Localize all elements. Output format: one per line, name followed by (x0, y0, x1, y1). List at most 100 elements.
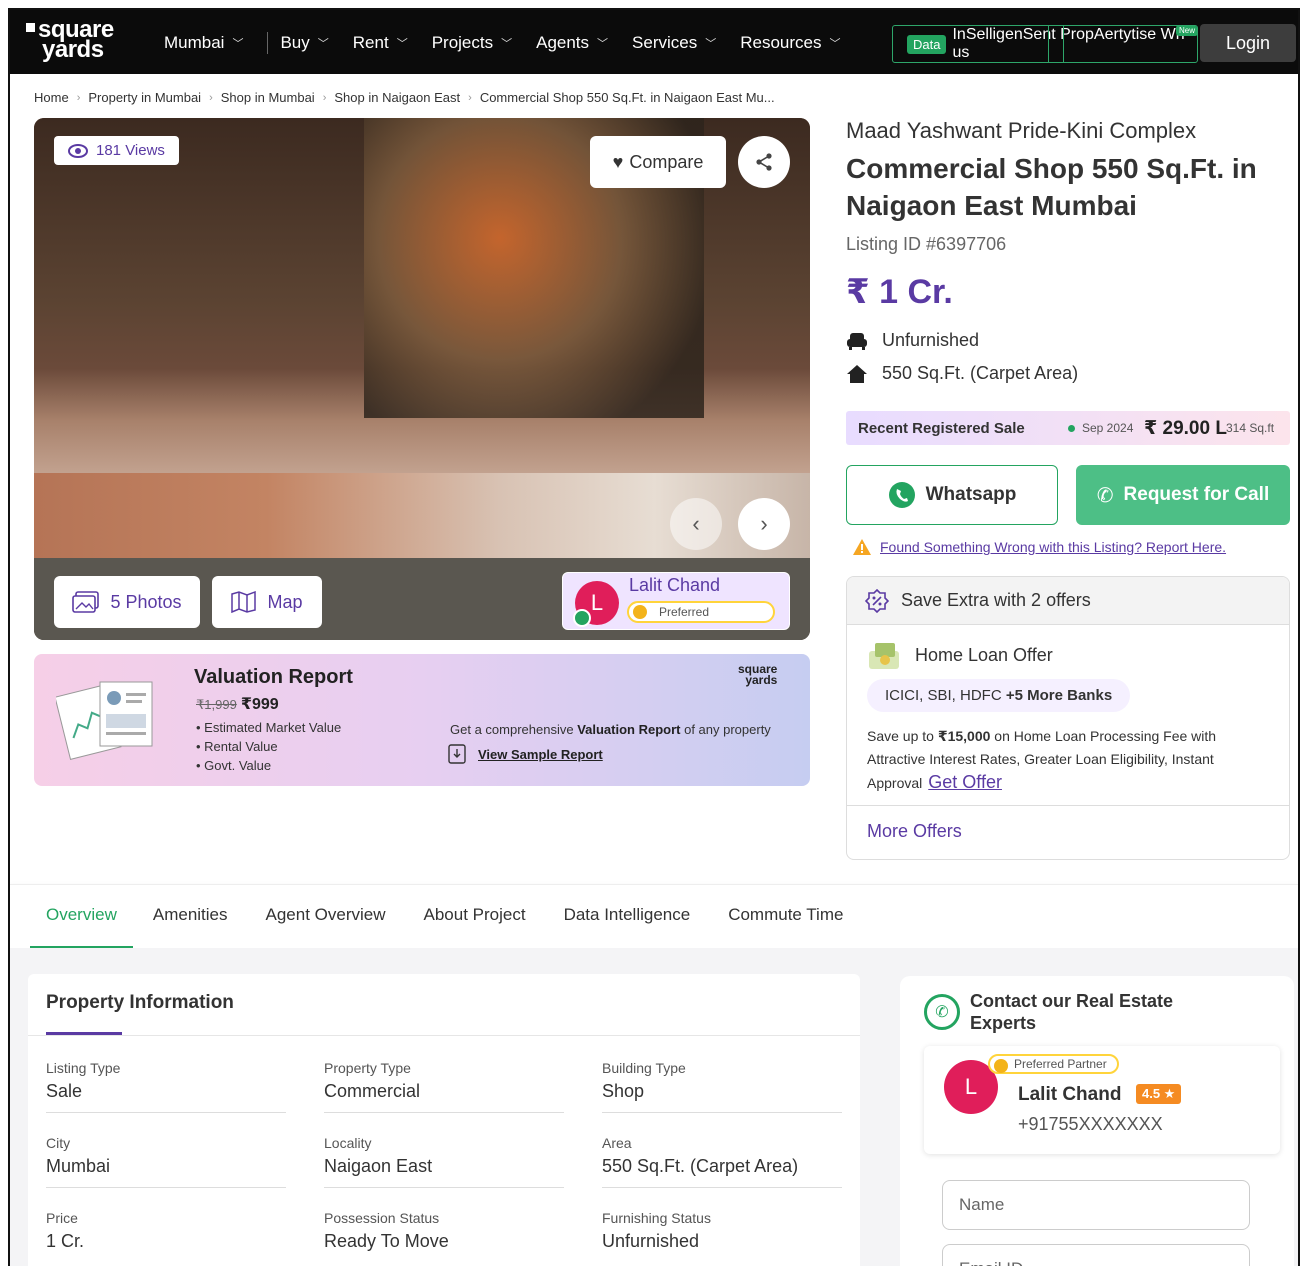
menu-label: Rent (352, 33, 389, 52)
project-name[interactable]: Maad Yashwant Pride-Kini Complex (846, 118, 1196, 144)
section-title: Property Information (46, 992, 234, 1013)
tab-agent-overview[interactable]: Agent Overview (266, 885, 386, 949)
valuation-description: Get a comprehensive Valuation Report of … (450, 722, 771, 737)
report-document-icon (56, 681, 153, 760)
menu-buy[interactable]: Buy ﹀ (280, 32, 340, 54)
map-button[interactable]: Map (212, 576, 322, 628)
whatsapp-button[interactable]: Whatsapp (846, 465, 1058, 525)
preferred-label: Preferred (659, 605, 710, 619)
breadcrumb-shop-mumbai[interactable]: Shop in Mumbai (221, 90, 315, 105)
sale-label: Recent Registered Sale (858, 419, 1025, 437)
compare-label: Compare (629, 151, 704, 172)
tab-about-project[interactable]: About Project (424, 885, 526, 949)
property-price: ₹ 1 Cr. (846, 273, 953, 311)
prev-photo-button[interactable]: ‹ (670, 498, 722, 550)
tab-amenities[interactable]: Amenities (153, 885, 228, 949)
squareyards-logo[interactable]: square yards (26, 18, 114, 62)
property-photo[interactable]: 181 Views ♥ Compare ‹ › 5 Photos Map L L… (34, 118, 810, 640)
photos-button[interactable]: 5 Photos (54, 576, 200, 628)
tab-commute-time[interactable]: Commute Time (728, 885, 843, 949)
phone-icon: ✆ (1096, 484, 1114, 507)
info-key: Area (602, 1135, 632, 1151)
preferred-partner-badge: Preferred Partner (988, 1054, 1119, 1074)
breadcrumb-property-mumbai[interactable]: Property in Mumbai (88, 90, 201, 105)
menu-label: Resources (740, 33, 822, 52)
compare-button[interactable]: ♥ Compare (590, 136, 726, 188)
menu-services[interactable]: Services ﹀ (632, 32, 728, 54)
report-listing-link[interactable]: Found Something Wrong with this Listing?… (852, 538, 1226, 556)
phone-icon: ✆ (924, 994, 960, 1030)
map-icon (231, 591, 257, 613)
nav-box-divider (1048, 26, 1049, 62)
main-menu: Mumbai ﹀ Buy ﹀ Rent ﹀ Projects ﹀ Agents ﹀ Ser… (164, 32, 865, 54)
share-button[interactable] (738, 136, 790, 188)
info-key: Price (46, 1210, 78, 1226)
desc-text: of any property (680, 722, 771, 737)
contact-experts-card: ✆ Contact our Real Estate Experts L Pref… (900, 976, 1294, 1266)
agent-card[interactable]: L Preferred Partner Lalit Chand 4.5 ★ +9… (924, 1046, 1280, 1154)
status-dot (1068, 424, 1075, 432)
row-divider (46, 1112, 286, 1113)
whatsapp-label: Whatsapp (925, 484, 1017, 505)
loan-title-text: Home Loan Offer (915, 644, 1053, 665)
request-call-button[interactable]: ✆ Request for Call (1076, 465, 1290, 525)
contact-header: ✆ Contact our Real Estate Experts (924, 990, 1210, 1034)
agent-chip[interactable]: L Lalit Chand Preferred (562, 572, 790, 630)
preferred-badge: Preferred (627, 601, 775, 623)
login-button[interactable]: Login (1200, 24, 1296, 62)
name-input[interactable] (942, 1180, 1250, 1230)
valuation-report-banner[interactable]: Valuation Report ₹1,999₹999 Estimated Ma… (34, 654, 810, 786)
photos-label: 5 Photos (110, 591, 182, 612)
bullet-item: Govt. Value (196, 756, 341, 775)
whatsapp-icon (888, 482, 915, 508)
chevron-right-icon: › (760, 511, 768, 536)
sale-sqft: 314 Sq.ft (1226, 421, 1275, 435)
next-photo-button[interactable]: › (738, 498, 790, 550)
more-offers-link[interactable]: More Offers (867, 821, 962, 842)
home-icon (847, 364, 867, 383)
valuation-title: Valuation Report (194, 666, 353, 688)
eye-icon (68, 143, 88, 158)
warning-icon (853, 539, 871, 555)
property-information-card: Property Information Listing Type Sale Pr… (28, 974, 860, 1266)
discount-badge-icon (865, 588, 889, 613)
tabs-list: Overview Amenities Agent Overview About … (30, 885, 881, 949)
menu-label: Agents (536, 33, 590, 52)
row-divider (602, 1112, 842, 1113)
menu-label: Services (632, 33, 698, 52)
breadcrumb-home[interactable]: Home (34, 90, 69, 105)
tab-overview[interactable]: Overview (30, 885, 133, 949)
info-possession-status: Possession Status Ready To Move (324, 1210, 564, 1252)
email-input[interactable] (942, 1244, 1250, 1266)
menu-rent[interactable]: Rent ﹀ (353, 32, 420, 54)
row-divider (324, 1112, 564, 1113)
nav-box-text: InSelligenSent PropAertytise Wh us (952, 26, 1185, 61)
info-key: Locality (324, 1135, 372, 1151)
valuation-bullets: Estimated Market Value Rental Value Govt… (196, 718, 341, 775)
view-sample-report-link[interactable]: View Sample Report (448, 744, 603, 764)
bullet-item: Estimated Market Value (196, 718, 341, 737)
bullet-item: Rental Value (196, 737, 341, 756)
chevron-down-icon: ﹀ (501, 38, 513, 50)
menu-agents[interactable]: Agents ﹀ (536, 32, 620, 54)
tab-data-intelligence[interactable]: Data Intelligence (564, 885, 691, 949)
info-key: Property Type (324, 1060, 411, 1076)
chevron-right-icon: › (322, 91, 327, 104)
listing-id: Listing ID #6397706 (846, 234, 1007, 254)
data-intelligence-box[interactable]: Data InSelligenSent PropAertytise Wh us … (892, 25, 1198, 63)
info-key: Building Type (602, 1060, 686, 1076)
page-frame: square yards Mumbai ﹀ Buy ﹀ Rent ﹀ Projects… (8, 8, 1300, 1266)
menu-projects[interactable]: Projects ﹀ (432, 32, 524, 54)
info-key: Possession Status (324, 1210, 440, 1226)
info-price: Price 1 Cr. (46, 1210, 286, 1252)
crown-icon (994, 1059, 1008, 1073)
breadcrumb-shop-naigaon[interactable]: Shop in Naigaon East (334, 90, 460, 105)
get-offer-link[interactable]: Get Offer (928, 772, 1002, 792)
desc-text: Get a comprehensive (450, 722, 578, 737)
badge-label: Preferred Partner (1014, 1057, 1107, 1071)
info-key: Furnishing Status (602, 1210, 711, 1226)
menu-mumbai[interactable]: Mumbai ﹀ (164, 32, 255, 54)
info-value: Ready To Move (324, 1231, 449, 1251)
info-value: Shop (602, 1081, 645, 1101)
menu-resources[interactable]: Resources ﹀ (740, 32, 852, 54)
